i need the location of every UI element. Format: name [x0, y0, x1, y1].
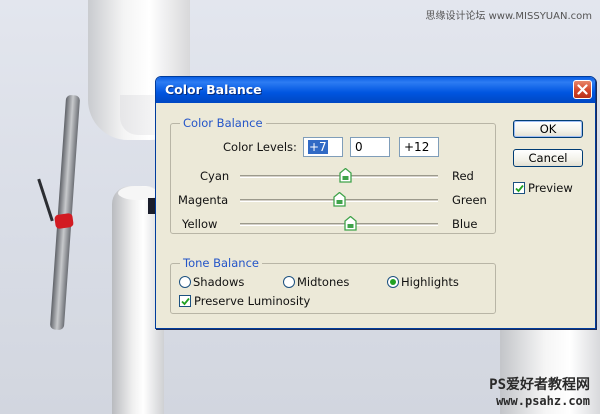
magenta-green-slider-handle[interactable]: [332, 192, 346, 207]
checkmark-icon: [515, 184, 524, 193]
checkmark-icon: [181, 297, 190, 306]
close-icon: [577, 84, 588, 95]
green-label: Green: [452, 193, 487, 207]
cyan-red-level-value: +7: [308, 140, 328, 154]
yellow-label: Yellow: [182, 217, 218, 231]
cyan-red-level-input[interactable]: +7: [303, 137, 343, 157]
dialog-titlebar[interactable]: Color Balance: [156, 77, 595, 103]
highlights-label: Highlights: [401, 275, 459, 289]
watermark-top: 思缘设计论坛 www.MISSYUAN.com: [425, 11, 592, 22]
red-ribbon: [54, 212, 74, 230]
magenta-green-level-input[interactable]: 0: [350, 137, 390, 157]
close-button[interactable]: [573, 80, 592, 99]
yellow-blue-level-input[interactable]: +12: [399, 137, 439, 157]
magenta-label: Magenta: [178, 193, 229, 207]
preserve-luminosity-checkbox[interactable]: [179, 295, 191, 307]
ok-button[interactable]: OK: [513, 120, 583, 138]
midtones-radio[interactable]: [283, 276, 295, 288]
dialog-title: Color Balance: [165, 82, 262, 97]
color-balance-group-label: Color Balance: [180, 116, 266, 130]
red-label: Red: [452, 169, 474, 183]
cyan-red-slider-handle[interactable]: [339, 168, 353, 183]
cancel-button[interactable]: Cancel: [513, 149, 583, 167]
watermark-bottom: PS爱好者教程网 www.psahz.com: [489, 374, 590, 408]
preview-label: Preview: [528, 181, 573, 195]
watermark-line-2: www.psahz.com: [496, 394, 590, 408]
watermark-line-1: PS爱好者教程网: [489, 377, 590, 393]
color-balance-dialog: Color Balance Color Balance Color Levels…: [155, 76, 596, 329]
midtones-label: Midtones: [297, 275, 350, 289]
blue-label: Blue: [452, 217, 478, 231]
highlights-radio[interactable]: [387, 276, 399, 288]
yellow-blue-slider-track[interactable]: [240, 223, 438, 226]
cyan-label: Cyan: [200, 169, 230, 183]
preview-checkbox[interactable]: [513, 182, 525, 194]
preserve-luminosity-label: Preserve Luminosity: [194, 294, 311, 308]
tone-balance-group-label: Tone Balance: [180, 256, 262, 270]
shadows-radio[interactable]: [179, 276, 191, 288]
radio-selected-dot: [390, 279, 396, 285]
color-levels-label: Color Levels:: [223, 140, 297, 154]
yellow-blue-slider-handle[interactable]: [344, 216, 358, 231]
shadows-label: Shadows: [193, 275, 245, 289]
